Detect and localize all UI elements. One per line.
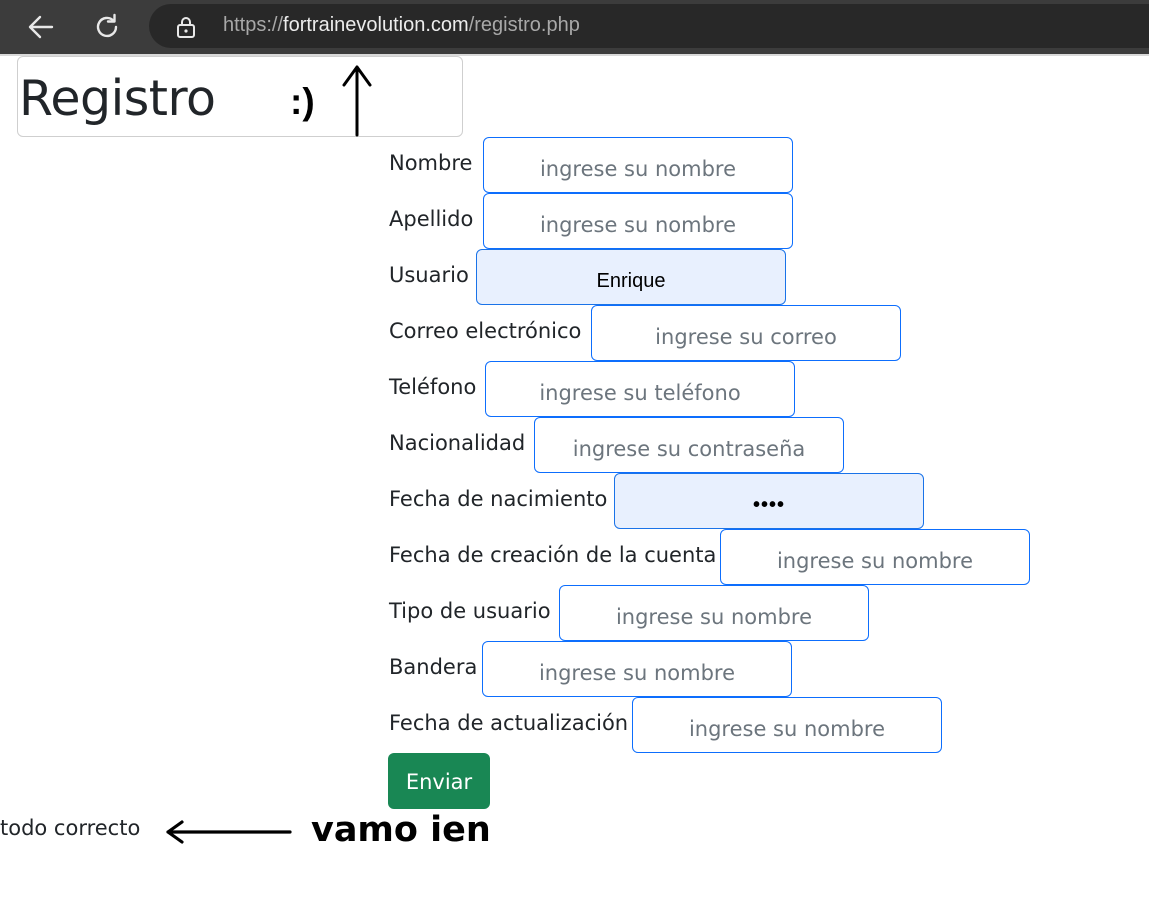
fecha-creacion-label: Fecha de creación de la cuenta [389, 543, 717, 567]
telefono-label: Teléfono [389, 375, 477, 399]
correo-label: Correo electrónico [389, 319, 582, 343]
telefono-input[interactable] [486, 373, 794, 405]
telefono-input-box [485, 361, 795, 417]
usuario-label: Usuario [389, 263, 469, 287]
url-text: https://fortrainevolution.com/registro.p… [223, 14, 580, 37]
nombre-label: Nombre [389, 151, 473, 175]
tipo-usuario-input[interactable] [560, 597, 868, 629]
fecha-actualizacion-label: Fecha de actualización [389, 711, 629, 735]
fecha-creacion-input[interactable] [721, 541, 1029, 573]
nombre-input[interactable] [484, 149, 792, 181]
bandera-input[interactable] [483, 653, 791, 685]
smiley-annotation: :) [290, 81, 315, 122]
annotation-note: vamo ien [311, 810, 491, 850]
usuario-input[interactable] [477, 261, 785, 293]
fecha-actualizacion-input[interactable] [633, 709, 941, 741]
usuario-input-box [476, 249, 786, 305]
apellido-input[interactable] [484, 205, 792, 237]
bandera-label: Bandera [389, 655, 478, 679]
page-title: Registro [19, 70, 216, 127]
tipo-usuario-input-box [559, 585, 869, 641]
nacionalidad-input-box [534, 417, 844, 473]
browser-toolbar: https://fortrainevolution.com/registro.p… [0, 0, 1149, 54]
url-path: /registro.php [468, 14, 580, 36]
correo-input[interactable] [592, 317, 900, 349]
url-domain: fortrainevolution.com [283, 14, 469, 36]
arrow-left-icon [164, 819, 292, 849]
correo-input-box [591, 305, 901, 361]
apellido-input-box [483, 193, 793, 249]
fecha-nacimiento-label: Fecha de nacimiento [389, 487, 608, 511]
fecha-actualizacion-input-box [632, 697, 942, 753]
arrow-up-icon [342, 63, 378, 141]
url-scheme: https:// [223, 14, 284, 36]
title-card: Registro :) [17, 56, 463, 137]
bandera-input-box [482, 641, 792, 697]
address-bar[interactable]: https://fortrainevolution.com/registro.p… [149, 4, 1149, 48]
lock-icon[interactable] [176, 16, 196, 42]
nacionalidad-label: Nacionalidad [389, 431, 526, 455]
submit-button[interactable]: Enviar [388, 753, 490, 809]
status-message: todo correcto [0, 816, 141, 840]
nombre-input-box [483, 137, 793, 193]
reload-icon[interactable] [90, 10, 124, 44]
back-arrow-icon[interactable] [24, 10, 58, 44]
fecha-nacimiento-input-box [614, 473, 924, 529]
fecha-creacion-input-box [720, 529, 1030, 585]
fecha-nacimiento-input[interactable] [615, 485, 923, 517]
nacionalidad-input[interactable] [535, 429, 843, 461]
apellido-label: Apellido [389, 207, 474, 231]
tipo-usuario-label: Tipo de usuario [389, 599, 551, 623]
